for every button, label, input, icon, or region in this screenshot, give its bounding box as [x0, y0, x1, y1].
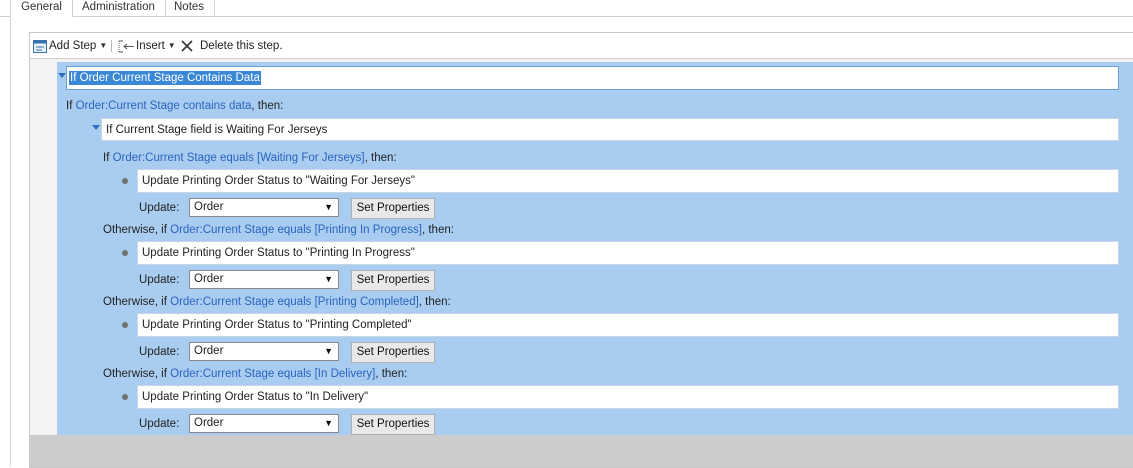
condition-prefix: If: [66, 100, 73, 112]
collapse-step-icon[interactable]: [92, 125, 100, 130]
tab-general[interactable]: General: [10, 0, 73, 17]
set-properties-button[interactable]: Set Properties: [351, 342, 435, 363]
tab-administration[interactable]: Administration: [72, 0, 166, 16]
tab-label: General: [21, 1, 62, 13]
update-entity-select[interactable]: Order ▼: [189, 414, 339, 433]
close-icon: [181, 40, 193, 52]
tab-notes[interactable]: Notes: [164, 0, 216, 16]
update-label: Update:: [139, 202, 180, 214]
canvas-footer: [30, 435, 1133, 467]
tab-bar: General Administration Notes: [0, 0, 1133, 17]
condition-link[interactable]: Order:Current Stage contains data: [76, 100, 252, 112]
condition-prefix: Otherwise, if: [103, 224, 167, 236]
select-value: Order: [194, 273, 224, 285]
collapse-step-icon[interactable]: [58, 73, 66, 78]
dropdown-arrow-icon: ▼: [324, 274, 333, 284]
insert-button[interactable]: Insert ▼: [118, 38, 176, 54]
bullet-icon: [122, 322, 128, 328]
add-step-label: Add Step: [49, 40, 97, 52]
action-step-field[interactable]: Update Printing Order Status to "Printin…: [137, 313, 1119, 337]
dropdown-arrow-icon: ▼: [324, 202, 333, 212]
chevron-down-icon: ▼: [99, 41, 108, 50]
action-step-field[interactable]: Update Printing Order Status to "In Deli…: [137, 385, 1119, 409]
branch-condition-line: Otherwise, if Order:Current Stage equals…: [103, 295, 451, 309]
set-properties-button[interactable]: Set Properties: [351, 270, 435, 291]
update-label: Update:: [139, 274, 180, 286]
root-step-name-field[interactable]: If Order Current Stage Contains Data: [66, 66, 1119, 90]
action-text: Update Printing Order Status to "Waiting…: [142, 175, 415, 187]
toolbar-divider: [111, 40, 112, 52]
select-value: Order: [194, 201, 224, 213]
select-value: Order: [194, 417, 224, 429]
action-text: Update Printing Order Status to "Printin…: [142, 319, 412, 331]
add-step-button[interactable]: Add Step ▼: [33, 38, 107, 54]
select-value: Order: [194, 345, 224, 357]
step-name-text: If Current Stage field is Waiting For Je…: [106, 124, 328, 136]
condition-prefix: Otherwise, if: [103, 368, 167, 380]
dropdown-arrow-icon: ▼: [324, 418, 333, 428]
insert-label: Insert: [136, 40, 165, 52]
bullet-icon: [122, 394, 128, 400]
condition-prefix: If: [103, 152, 110, 164]
delete-step-label: Delete this step.: [200, 40, 283, 52]
branch-condition-line: If Order:Current Stage equals [Waiting F…: [103, 151, 397, 165]
action-text: Update Printing Order Status to "In Deli…: [142, 391, 369, 403]
add-step-icon: [33, 39, 47, 53]
condition-suffix: , then:: [251, 100, 284, 112]
update-label: Update:: [139, 418, 180, 430]
dropdown-arrow-icon: ▼: [324, 346, 333, 356]
condition-link[interactable]: Order:Current Stage equals [Printing In …: [170, 224, 422, 236]
action-step-field[interactable]: Update Printing Order Status to "Waiting…: [137, 169, 1119, 193]
update-entity-select[interactable]: Order ▼: [189, 342, 339, 361]
condition-prefix: Otherwise, if: [103, 296, 167, 308]
root-condition-line: If Order:Current Stage contains data, th…: [66, 99, 283, 113]
condition-suffix: , then:: [364, 152, 397, 164]
branch-condition-line: Otherwise, if Order:Current Stage equals…: [103, 223, 454, 237]
update-entity-select[interactable]: Order ▼: [189, 198, 339, 217]
update-entity-select[interactable]: Order ▼: [189, 270, 339, 289]
tab-label: Administration: [82, 1, 155, 13]
action-text: Update Printing Order Status to "Printin…: [142, 247, 415, 259]
insert-icon: [118, 40, 134, 52]
bullet-icon: [122, 250, 128, 256]
condition-suffix: , then:: [418, 296, 451, 308]
step-name-text: If Order Current Stage Contains Data: [69, 71, 261, 85]
inner-step-name-field[interactable]: If Current Stage field is Waiting For Je…: [101, 118, 1119, 141]
condition-link[interactable]: Order:Current Stage equals [Printing Com…: [170, 296, 419, 308]
condition-link[interactable]: Order:Current Stage equals [Waiting For …: [113, 152, 365, 164]
condition-suffix: , then:: [421, 224, 454, 236]
delete-step-button[interactable]: Delete this step.: [181, 38, 282, 54]
condition-suffix: , then:: [375, 368, 408, 380]
bullet-icon: [122, 178, 128, 184]
tab-label: Notes: [174, 1, 205, 13]
set-properties-button[interactable]: Set Properties: [351, 198, 435, 219]
chevron-down-icon: ▼: [167, 41, 176, 50]
update-label: Update:: [139, 346, 180, 358]
designer-toolbar: Add Step ▼ Insert ▼ Delete this step.: [30, 33, 1133, 59]
branch-condition-line: Otherwise, if Order:Current Stage equals…: [103, 367, 407, 381]
action-step-field[interactable]: Update Printing Order Status to "Printin…: [137, 241, 1119, 265]
set-properties-button[interactable]: Set Properties: [351, 414, 435, 435]
condition-link[interactable]: Order:Current Stage equals [In Delivery]: [170, 368, 375, 380]
